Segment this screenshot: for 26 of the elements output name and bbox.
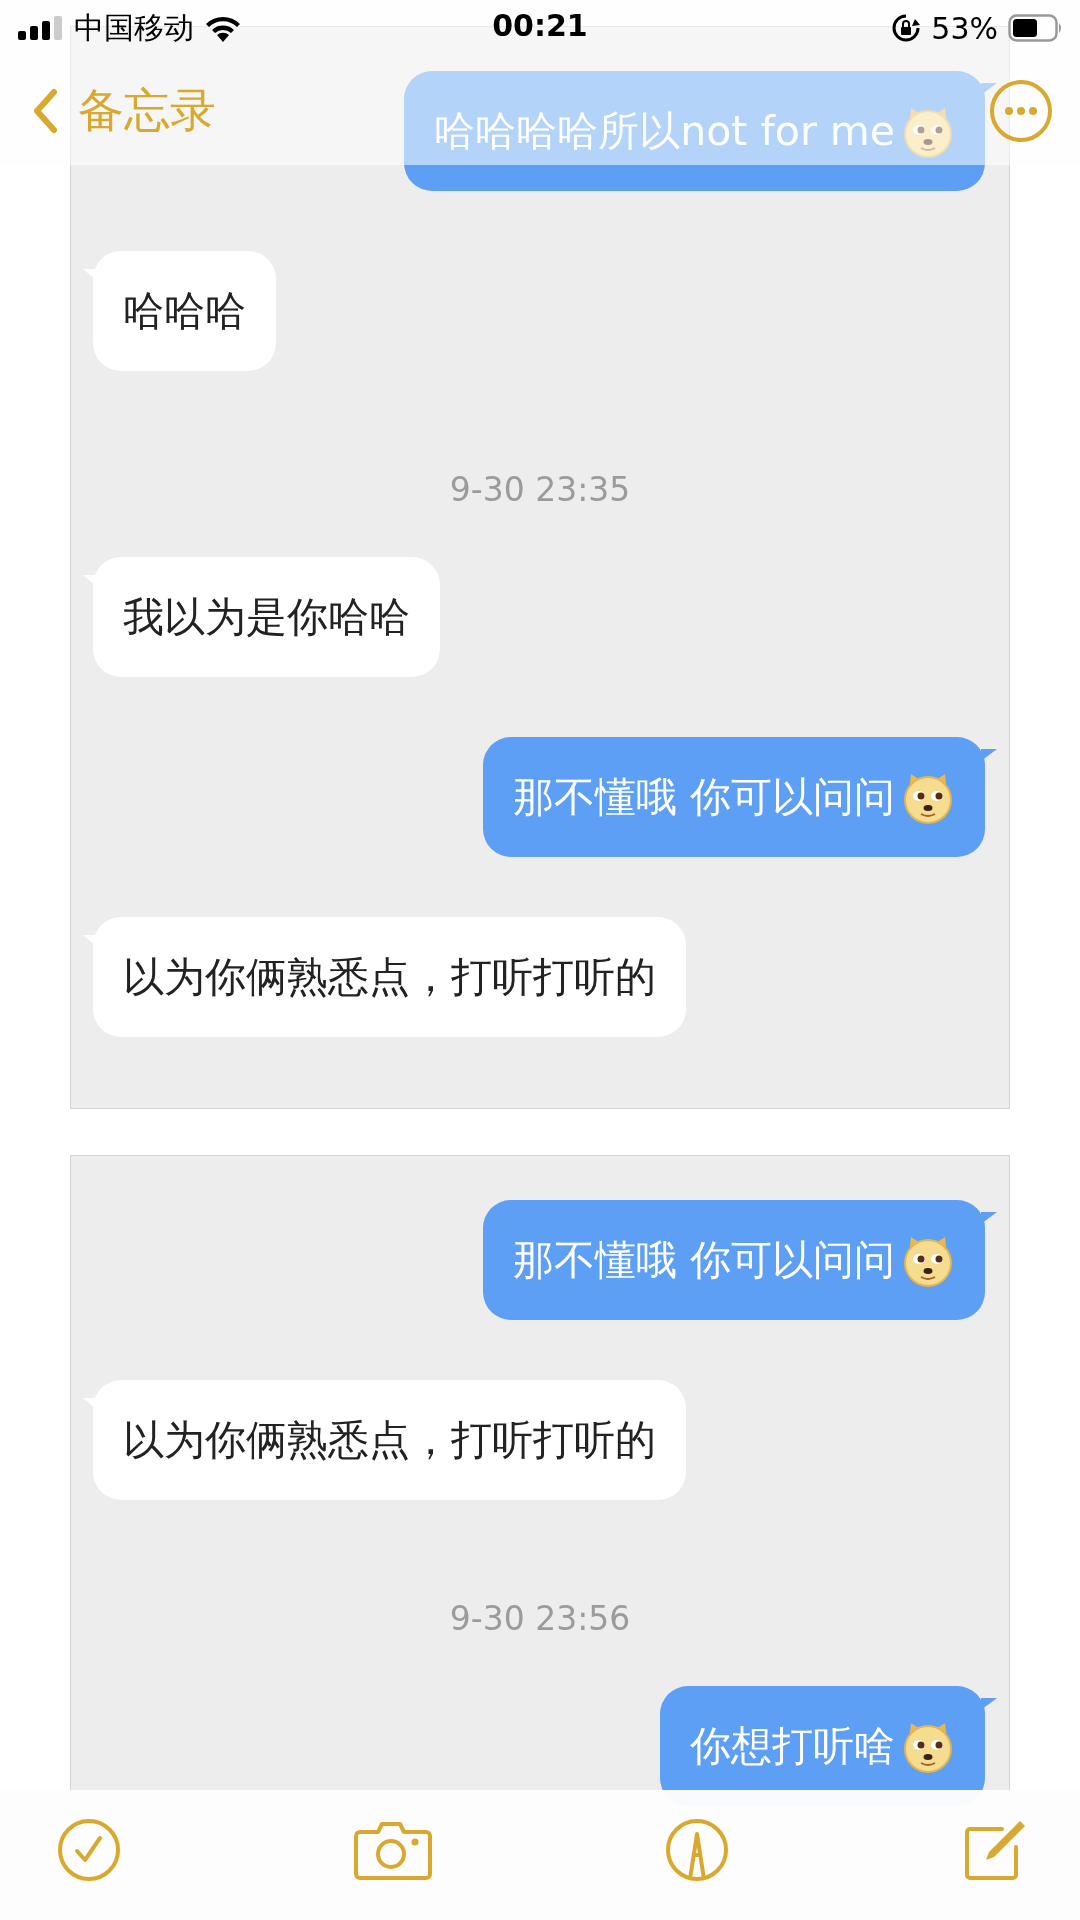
rotation-lock-icon [891, 13, 922, 43]
message-bubble: 那不懂哦 你可以问问 [482, 737, 997, 857]
bubble-tail [981, 1698, 997, 1710]
message-bubble: 那不懂哦 你可以问问 [482, 1200, 997, 1320]
timestamp: 9-30 23:35 [449, 469, 631, 509]
message-bubble: 哈哈哈 [83, 251, 276, 371]
chevron-left-icon [32, 87, 58, 134]
message-bubble: 以为你俩熟悉点，打听打听的 [83, 1380, 686, 1500]
more-icon[interactable] [988, 77, 1054, 144]
signal-icon [18, 16, 64, 40]
bubble-tail [981, 1212, 997, 1224]
checklist-icon[interactable] [56, 1817, 122, 1883]
bubble-tail [981, 83, 997, 95]
message-bubble: 哈哈哈哈所以not for me [404, 71, 997, 191]
carrier-name: 中国移动 [74, 8, 194, 47]
clock-time: 00:21 [491, 8, 589, 43]
message-bubble: 以为你俩熟悉点，打听打听的 [83, 917, 686, 1037]
wifi-icon [204, 14, 242, 42]
camera-icon[interactable] [354, 1820, 432, 1880]
battery-percent: 53% [931, 10, 998, 46]
message-bubble: 你想打听啥 [660, 1686, 997, 1806]
timestamp: 9-30 23:56 [449, 1598, 631, 1638]
back-button[interactable]: 备忘录 [32, 79, 216, 142]
message-bubble: 我以为是你哈哈 [83, 557, 440, 677]
pen-tip-icon[interactable] [664, 1817, 730, 1883]
battery-icon [1008, 14, 1064, 42]
